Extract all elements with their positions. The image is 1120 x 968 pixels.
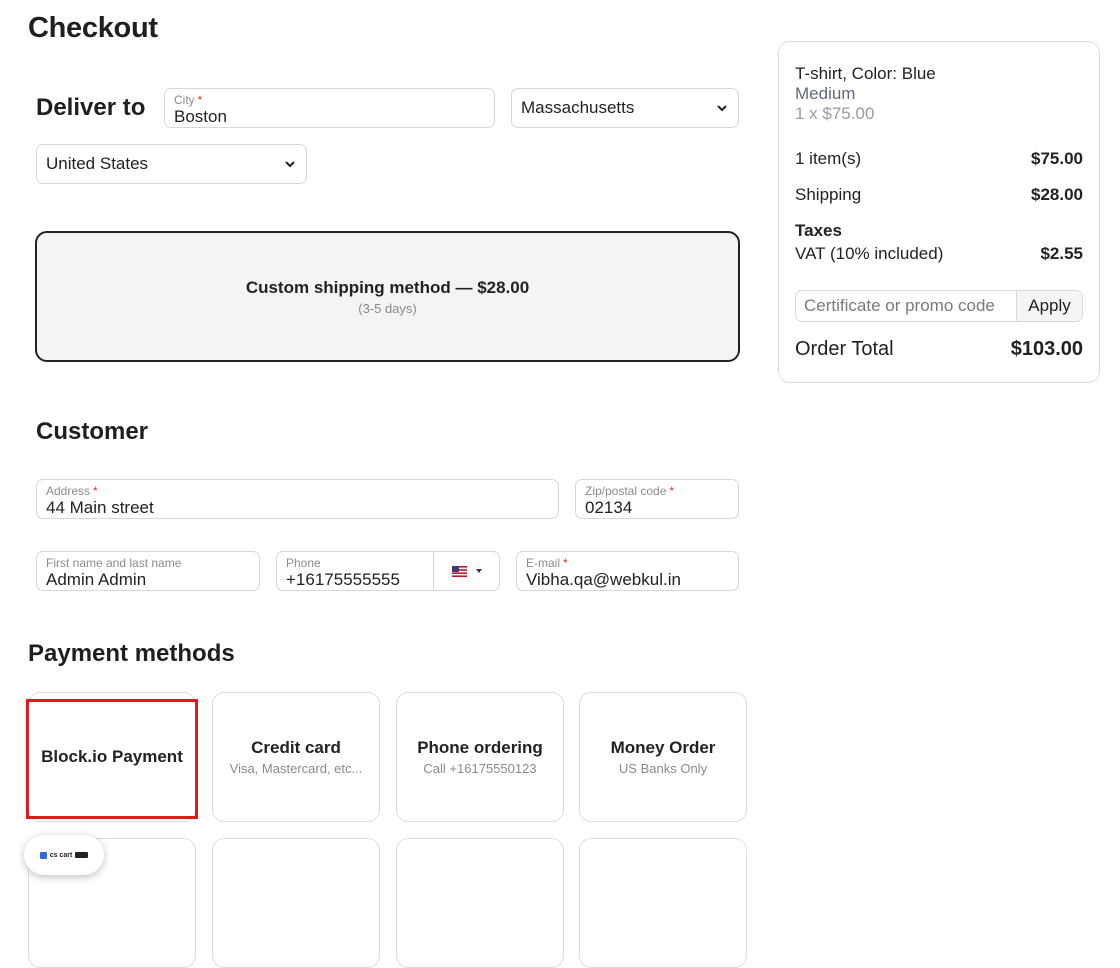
vat-label: VAT (10% included)	[795, 244, 944, 263]
country-select[interactable]: United States	[36, 144, 307, 184]
vat-row: VAT (10% included) $2.55	[795, 244, 1083, 264]
email-label: E-mail	[526, 556, 561, 570]
items-row: 1 item(s) $75.00	[795, 149, 1083, 169]
product-qty-price: 1 x $75.00	[795, 104, 875, 123]
country-value: United States	[46, 154, 149, 173]
required-marker: *	[669, 484, 675, 498]
items-value: $75.00	[1031, 149, 1083, 168]
city-value: Boston	[174, 107, 227, 126]
page-title: Checkout	[28, 12, 158, 44]
payment-method-phone-ordering[interactable]: Phone ordering Call +16175550123	[396, 692, 564, 822]
required-marker: *	[197, 93, 203, 107]
address-label: Address	[46, 484, 91, 498]
zip-label: Zip/postal code	[585, 484, 667, 498]
shipping-label: Shipping	[795, 185, 862, 204]
payment-method-subtitle: Visa, Mastercard, etc...	[229, 761, 363, 776]
name-label: First name and last name	[46, 556, 182, 570]
badge-text: cs cart	[49, 851, 73, 859]
zip-field[interactable]: Zip/postal code * 02134	[575, 479, 739, 519]
vat-value: $2.55	[1040, 244, 1083, 263]
badge-tag-icon	[75, 852, 89, 858]
payment-method-card[interactable]	[396, 838, 564, 968]
order-total-row: Order Total $103.00	[795, 338, 1083, 361]
payment-method-title: Money Order	[610, 738, 716, 757]
address-value: 44 Main street	[46, 498, 154, 517]
state-value: Massachusetts	[521, 98, 635, 117]
zip-value: 02134	[585, 498, 633, 517]
state-select[interactable]: Massachusetts	[511, 88, 739, 128]
city-label: City	[174, 93, 195, 107]
address-field[interactable]: Address * 44 Main street	[36, 479, 559, 519]
payment-method-title: Phone ordering	[417, 738, 543, 757]
shipping-method-option[interactable]: Custom shipping method — $28.00 (3-5 day…	[35, 231, 740, 362]
cart-logo-icon	[39, 851, 47, 859]
shipping-row: Shipping $28.00	[795, 185, 1083, 205]
name-value: Admin Admin	[46, 570, 147, 589]
chevron-down-icon	[717, 105, 727, 112]
chevron-down-icon	[285, 161, 295, 168]
email-field[interactable]: E-mail * Vibha.qa@webkul.in	[516, 551, 739, 591]
promo-code-input[interactable]: Certificate or promo code	[796, 291, 1016, 321]
product-variant: Medium	[795, 84, 856, 103]
us-flag-icon	[451, 565, 467, 577]
shipping-value: $28.00	[1031, 185, 1083, 204]
payment-method-money-order[interactable]: Money Order US Banks Only	[579, 692, 747, 822]
order-total-label: Order Total	[795, 338, 894, 360]
cs-cart-badge[interactable]: cs cart	[24, 835, 104, 875]
order-summary: T-shirt, Color: Blue Medium 1 x $75.00 1…	[778, 41, 1100, 383]
payment-method-card[interactable]	[579, 838, 747, 968]
city-field[interactable]: City * Boston	[164, 88, 495, 128]
taxes-label: Taxes	[795, 221, 842, 240]
apply-button[interactable]: Apply	[1016, 291, 1082, 321]
shipping-method-title: Custom shipping method — $28.00	[245, 277, 530, 297]
payment-method-title: Credit card	[251, 738, 341, 757]
payment-method-subtitle: US Banks Only	[618, 761, 708, 776]
payment-heading: Payment methods	[28, 640, 235, 667]
payment-method-credit-card[interactable]: Credit card Visa, Mastercard, etc...	[212, 692, 380, 822]
shipping-method-subtitle: (3-5 days)	[358, 300, 417, 316]
order-total-value: $103.00	[1010, 338, 1083, 360]
deliver-heading: Deliver to	[36, 94, 146, 121]
selection-highlight	[26, 699, 198, 819]
caret-down-icon	[475, 569, 482, 573]
required-marker: *	[93, 484, 98, 498]
phone-field[interactable]: Phone +16175555555	[276, 551, 500, 591]
name-field[interactable]: First name and last name Admin Admin	[36, 551, 260, 591]
payment-method-subtitle: Call +16175550123	[423, 761, 537, 776]
country-code-dropdown[interactable]	[433, 552, 500, 590]
customer-heading: Customer	[36, 418, 149, 445]
items-label: 1 item(s)	[795, 149, 862, 168]
product-name: T-shirt, Color: Blue	[795, 64, 936, 83]
required-marker: *	[563, 556, 568, 570]
promo-code-group: Certificate or promo code Apply	[795, 290, 1083, 322]
payment-method-card[interactable]	[212, 838, 380, 968]
email-value: Vibha.qa@webkul.in	[526, 570, 681, 589]
